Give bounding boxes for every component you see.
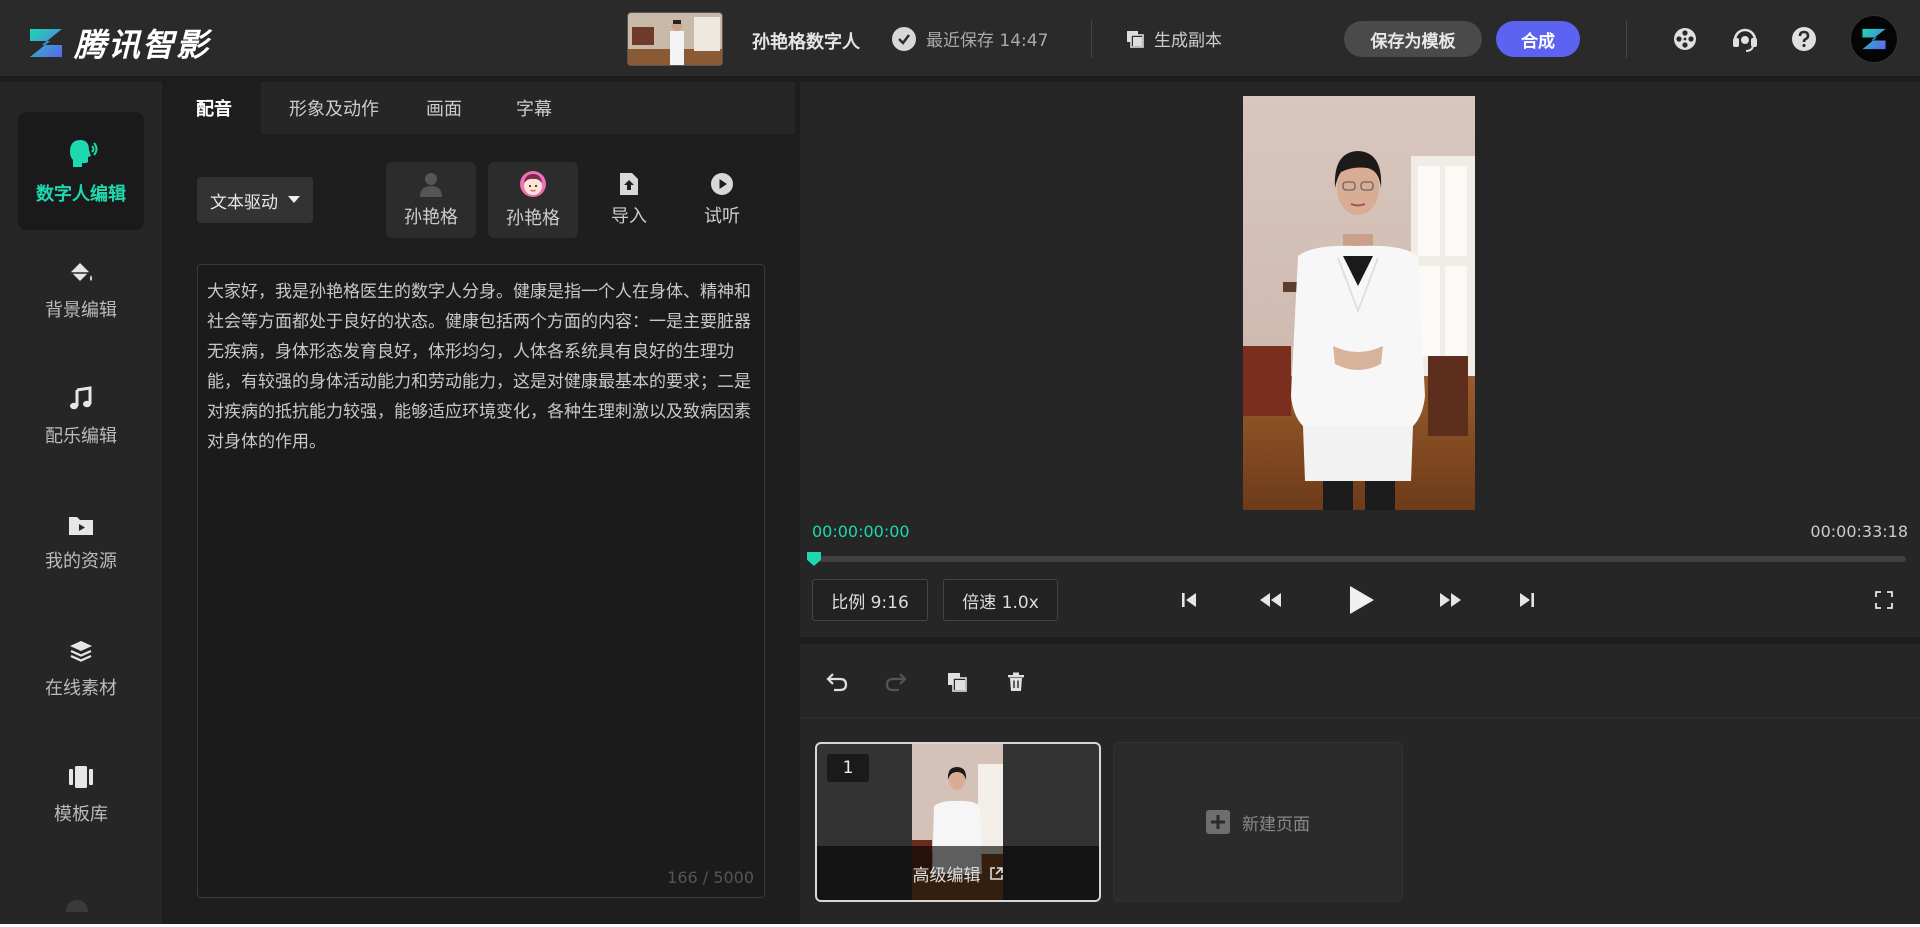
top-bar: 腾讯智影 孙艳格数字人 最近保存 14:47 生成副本 保存为模板 合成 [0,0,1920,77]
avatar-select-button[interactable]: 孙艳格 [488,162,578,238]
check-circle-icon [892,26,916,51]
progress-handle[interactable] [807,552,821,566]
rewind-icon[interactable] [1252,582,1288,618]
save-as-template-button[interactable]: 保存为模板 [1344,21,1482,57]
sidebar-item-label: 数字人编辑 [36,184,126,205]
current-time: 00:00:00:00 [812,522,910,541]
music-note-icon [70,386,92,410]
redo-icon[interactable] [882,668,910,696]
page-timeline-panel: 1 高级编辑 新建页面 [800,644,1920,924]
sidebar-item-label: 模板库 [54,804,108,825]
playback-speed-button[interactable]: 倍速 1.0x [943,579,1058,621]
aspect-ratio-button[interactable]: 比例 9:16 [812,579,928,621]
video-preview-panel: 00:00:00:00 00:00:33:18 比例 9:16 倍速 1.0x [800,82,1920,637]
play-icon[interactable] [1339,578,1383,622]
brand-name: 腾讯智影 [74,26,211,64]
sidebar-item-label: 配乐编辑 [45,426,117,447]
save-status-text: 最近保存 14:47 [926,31,1049,51]
advanced-edit-button[interactable]: 高级编辑 [817,846,1099,900]
total-time: 00:00:33:18 [1810,522,1908,541]
external-link-icon [989,866,1003,880]
sidebar-item-templates[interactable]: 模板库 [18,736,144,854]
brand-logo-icon [30,29,62,57]
duplicate-icon[interactable] [943,668,971,696]
help-icon[interactable] [1789,24,1819,54]
editor-tabs: 配音 形象及动作 画面 字幕 [167,82,795,134]
copy-icon [1127,30,1144,48]
make-copy-button[interactable]: 生成副本 [1126,26,1222,51]
brand-logo[interactable]: 腾讯智影 [28,20,210,66]
play-circle-icon [711,173,733,195]
divider [1626,20,1627,58]
user-avatar[interactable] [1850,15,1898,63]
timeline-toolbar [800,644,1920,718]
digital-human-frame [1243,96,1475,510]
sidebar-item-my-resources[interactable]: 我的资源 [18,484,144,602]
divider [1091,20,1092,58]
fast-forward-icon[interactable] [1433,582,1469,618]
import-label: 导入 [611,206,647,227]
plus-square-icon [1206,810,1230,834]
sidebar-item-music[interactable]: 配乐编辑 [18,358,144,476]
new-page-label: 新建页面 [1242,814,1310,835]
digital-human-video[interactable] [1243,96,1475,510]
drive-mode-dropdown[interactable]: 文本驱动 [197,177,313,223]
sidebar-item-digital-human[interactable]: 数字人编辑 [18,112,144,230]
import-file-icon [620,173,638,195]
character-count: 166 / 5000 [667,868,754,887]
sidebar-item-label: 在线素材 [45,678,117,699]
voice-select-button[interactable]: 孙艳格 [386,162,476,238]
avatar-logo-icon [1862,28,1886,50]
tab-appearance-action[interactable]: 形象及动作 [271,82,397,134]
fullscreen-icon[interactable] [1866,582,1902,618]
skip-to-start-icon[interactable] [1171,582,1207,618]
tab-subtitles[interactable]: 字幕 [497,82,571,134]
paint-bucket-icon [70,263,92,281]
drive-mode-value: 文本驱动 [210,192,278,213]
advanced-edit-label: 高级编辑 [912,865,981,886]
voice-select-label: 孙艳格 [404,207,458,228]
script-textarea[interactable]: 大家好，我是孙艳格医生的数字人分身。健康是指一个人在身体、精神和社会等方面都处于… [197,264,765,898]
film-reel-icon[interactable] [1670,24,1700,54]
chevron-down-icon [288,196,300,203]
import-button[interactable]: 导入 [584,162,674,238]
script-text[interactable]: 大家好，我是孙艳格医生的数字人分身。健康是指一个人在身体、精神和社会等方面都处于… [207,277,757,457]
sidebar-more-indicator [66,900,88,912]
person-silhouette-icon [420,173,442,197]
page-card-1[interactable]: 1 高级编辑 [815,742,1101,902]
template-icon [69,766,93,788]
sidebar-item-background[interactable]: 背景编辑 [18,232,144,350]
layers-icon [70,641,92,662]
project-name[interactable]: 孙艳格数字人 [752,28,860,54]
voice-editor-panel: 配音 形象及动作 画面 字幕 文本驱动 孙艳格 孙艳格 导入 试听 大家好，我是… [167,82,795,924]
left-sidebar: 数字人编辑 背景编辑 配乐编辑 我的资源 在线素材 模板库 [0,82,162,924]
sidebar-item-online-assets[interactable]: 在线素材 [18,610,144,728]
app-root: 腾讯智影 孙艳格数字人 最近保存 14:47 生成副本 保存为模板 合成 数字人… [0,0,1920,924]
sidebar-item-label: 我的资源 [45,551,117,572]
folder-play-icon [69,517,93,535]
delete-icon[interactable] [1002,668,1030,696]
compose-button[interactable]: 合成 [1496,21,1580,57]
page-number-badge: 1 [827,754,869,782]
preview-listen-label: 试听 [704,206,740,227]
preview-listen-button[interactable]: 试听 [677,162,767,238]
skip-to-end-icon[interactable] [1509,582,1545,618]
tab-scene[interactable]: 画面 [407,82,481,134]
save-status: 最近保存 14:47 [892,26,1048,51]
make-copy-label: 生成副本 [1154,31,1222,51]
avatar-select-label: 孙艳格 [506,208,560,229]
speaking-head-icon [70,140,98,167]
tab-voice[interactable]: 配音 [167,82,261,134]
project-thumbnail[interactable] [627,12,723,66]
sidebar-item-label: 背景编辑 [45,300,117,321]
customer-service-icon[interactable] [1730,24,1760,54]
project-thumbnail-image [628,13,722,65]
avatar-face-icon [520,171,546,197]
new-page-button[interactable]: 新建页面 [1113,742,1403,902]
playback-progress-bar[interactable] [807,552,1906,566]
undo-icon[interactable] [823,668,851,696]
